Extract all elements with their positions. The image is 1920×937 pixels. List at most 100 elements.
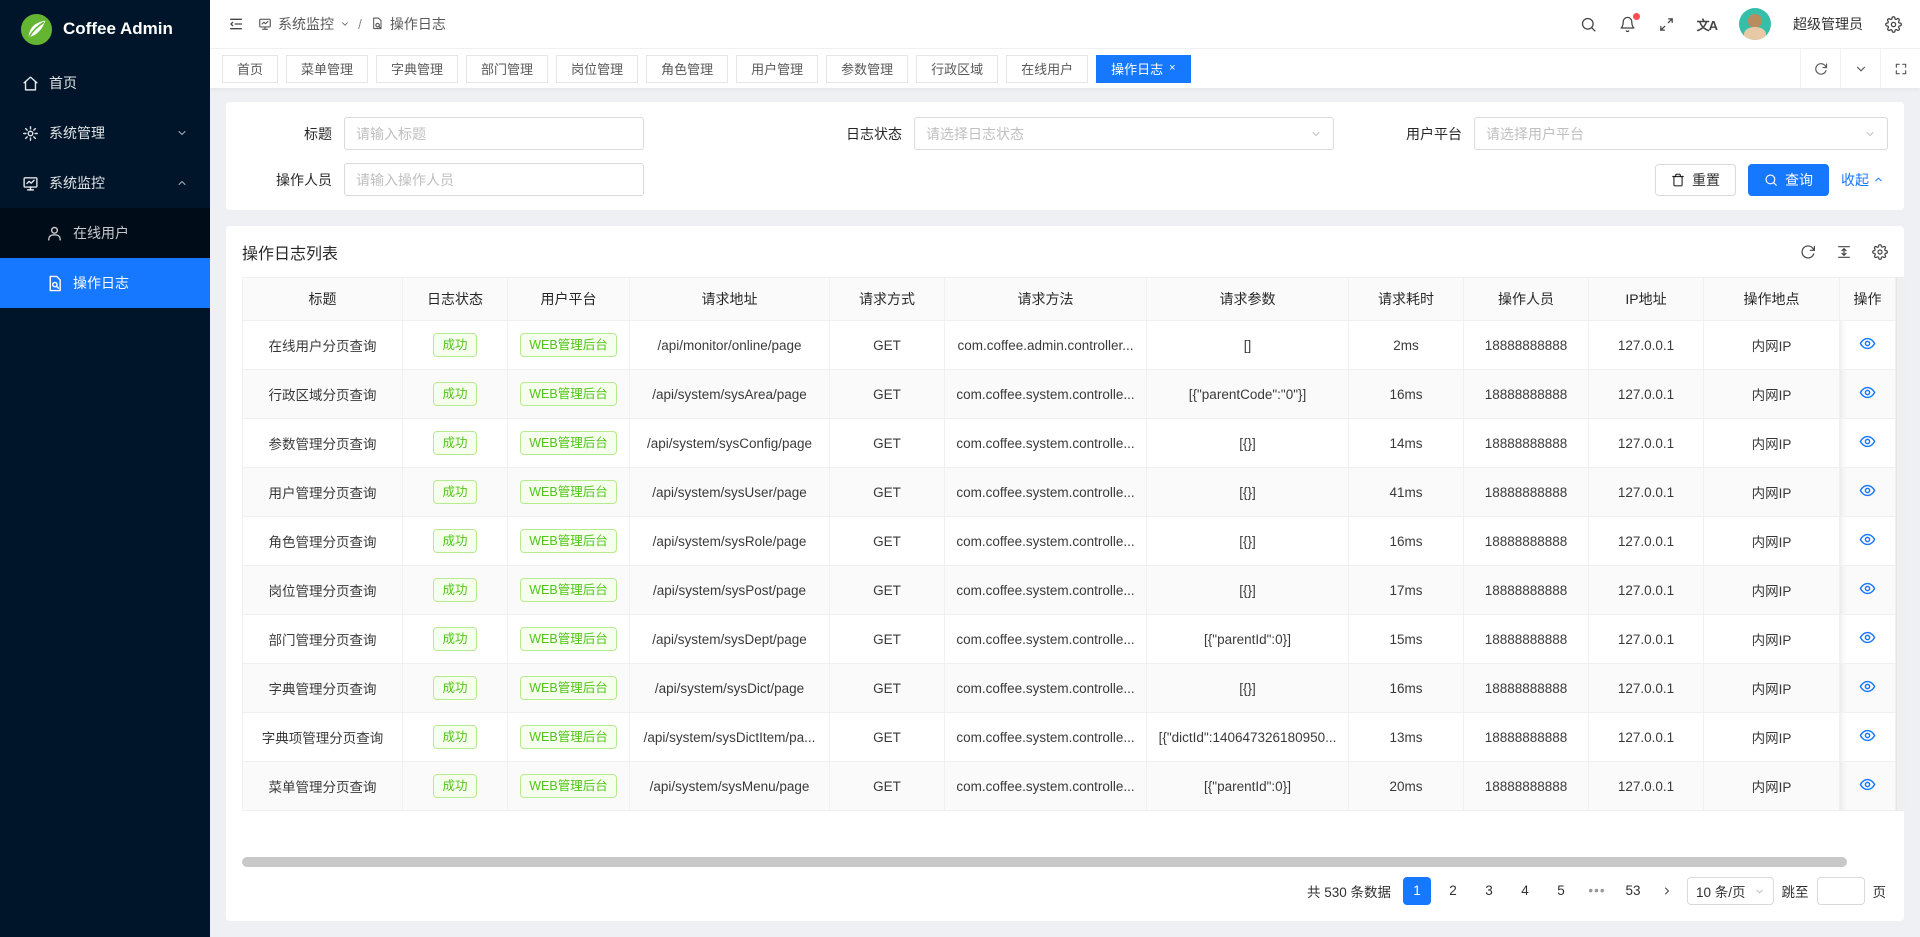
reset-button[interactable]: 重置 [1655, 164, 1736, 196]
cell-title: 菜单管理分页查询 [243, 762, 403, 811]
log-table-zone: 标题日志状态用户平台请求地址请求方式请求方法请求参数请求耗时操作人员IP地址操作… [242, 277, 1888, 811]
sidebar-item-home[interactable]: 首页 [0, 58, 210, 108]
refresh-icon[interactable] [1800, 49, 1840, 88]
view-detail-eye-icon[interactable] [1859, 678, 1876, 695]
user-avatar[interactable] [1739, 8, 1771, 40]
view-detail-eye-icon[interactable] [1859, 727, 1876, 744]
page-size-select[interactable]: 10 条/页 [1687, 877, 1774, 905]
table-row: 菜单管理分页查询成功WEB管理后台/api/system/sysMenu/pag… [243, 762, 1896, 811]
translate-icon[interactable]: 文A [1697, 15, 1717, 34]
sidebar-item-online-user[interactable]: 在线用户 [0, 208, 210, 258]
row-density-icon[interactable] [1836, 244, 1852, 260]
cell-ip: 127.0.0.1 [1589, 713, 1704, 762]
view-detail-eye-icon[interactable] [1859, 531, 1876, 548]
cell-location: 内网IP [1704, 664, 1840, 713]
search-icon[interactable] [1580, 16, 1597, 33]
collapse-toggle[interactable]: 收起 [1841, 170, 1884, 190]
tab-操作日志[interactable]: 操作日志× [1096, 55, 1190, 83]
page-number-4[interactable]: 4 [1511, 877, 1539, 905]
tab-字典管理[interactable]: 字典管理 [376, 55, 458, 83]
sidebar-item-label: 在线用户 [73, 223, 129, 243]
tab-岗位管理[interactable]: 岗位管理 [556, 55, 638, 83]
monitor-icon [22, 175, 39, 192]
jump-page-input[interactable] [1817, 877, 1865, 905]
notification-bell-icon[interactable] [1619, 16, 1636, 33]
sidebar-submenu: 在线用户操作日志 [0, 208, 210, 308]
column-header: 请求耗时 [1349, 278, 1464, 321]
table-empty-space [242, 811, 1888, 857]
table-row: 在线用户分页查询成功WEB管理后台/api/monitor/online/pag… [243, 321, 1896, 370]
horizontal-scrollbar[interactable] [242, 857, 1888, 869]
view-detail-eye-icon[interactable] [1859, 433, 1876, 450]
username-label[interactable]: 超级管理员 [1793, 14, 1863, 34]
cell-params: [] [1147, 321, 1349, 370]
page-number-5[interactable]: 5 [1547, 877, 1575, 905]
brand-area[interactable]: Coffee Admin [0, 0, 210, 58]
cell-actions [1840, 370, 1896, 419]
tab-菜单管理[interactable]: 菜单管理 [286, 55, 368, 83]
table-row: 参数管理分页查询成功WEB管理后台/api/system/sysConfig/p… [243, 419, 1896, 468]
title-input[interactable] [356, 126, 632, 142]
vertical-scrollbar[interactable] [1896, 277, 1905, 811]
tab-参数管理[interactable]: 参数管理 [826, 55, 908, 83]
column-header: 操作 [1840, 278, 1896, 321]
sidebar-item-system-management[interactable]: 系统管理 [0, 108, 210, 158]
trash-icon [1671, 173, 1685, 187]
cell-actions [1840, 419, 1896, 468]
breadcrumb-current-label: 操作日志 [390, 14, 446, 34]
view-detail-eye-icon[interactable] [1859, 482, 1876, 499]
page-number-1[interactable]: 1 [1403, 877, 1431, 905]
tab-label: 参数管理 [841, 59, 893, 78]
tab-用户管理[interactable]: 用户管理 [736, 55, 818, 83]
cell-url: /api/system/sysDept/page [630, 615, 830, 664]
search-button[interactable]: 查询 [1748, 164, 1829, 196]
status-tag: 成功 [433, 627, 476, 652]
cell-method: GET [830, 615, 945, 664]
status-tag: 成功 [433, 578, 476, 603]
user-platform-select[interactable]: 请选择用户平台 [1474, 117, 1888, 150]
chevron-down-icon [340, 19, 350, 29]
tab-close-icon[interactable]: × [1169, 63, 1175, 74]
sidebar-item-operation-log[interactable]: 操作日志 [0, 258, 210, 308]
page-size-label: 10 条/页 [1696, 881, 1746, 901]
next-page-icon[interactable] [1655, 877, 1679, 905]
status-tag: 成功 [433, 529, 476, 554]
cell-params: [{}] [1147, 566, 1349, 615]
reset-button-label: 重置 [1692, 170, 1720, 190]
tab-行政区域[interactable]: 行政区域 [916, 55, 998, 83]
fullscreen-icon[interactable] [1658, 16, 1675, 33]
sidebar-item-system-monitor[interactable]: 系统监控 [0, 158, 210, 208]
refresh-icon[interactable] [1800, 244, 1816, 260]
log-table-card: 操作日志列表 标题日志状态用户平台请求地址请求方式请求方法请求参数请求耗时操作人… [226, 226, 1904, 921]
view-detail-eye-icon[interactable] [1859, 776, 1876, 793]
page-number-3[interactable]: 3 [1475, 877, 1503, 905]
log-status-select[interactable]: 请选择日志状态 [914, 117, 1334, 150]
cell-time: 13ms [1349, 713, 1464, 762]
operator-input[interactable] [356, 172, 632, 188]
view-detail-eye-icon[interactable] [1859, 629, 1876, 646]
tab-label: 部门管理 [481, 59, 533, 78]
chevron-down-icon [176, 127, 188, 139]
tab-在线用户[interactable]: 在线用户 [1006, 55, 1088, 83]
cell-func: com.coffee.system.controlle... [945, 517, 1147, 566]
horizontal-scrollbar-thumb[interactable] [242, 857, 1847, 867]
chevron-up-icon [176, 177, 188, 189]
page-number-53[interactable]: 53 [1619, 877, 1647, 905]
cell-url: /api/system/sysDictItem/pa... [630, 713, 830, 762]
page-number-2[interactable]: 2 [1439, 877, 1467, 905]
tab-首页[interactable]: 首页 [222, 55, 278, 83]
column-settings-gear-icon[interactable] [1872, 244, 1888, 260]
menu-fold-icon[interactable] [228, 16, 244, 32]
tab-角色管理[interactable]: 角色管理 [646, 55, 728, 83]
breadcrumb-parent[interactable]: 系统监控 [258, 14, 350, 34]
view-detail-eye-icon[interactable] [1859, 335, 1876, 352]
view-detail-eye-icon[interactable] [1859, 580, 1876, 597]
tab-部门管理[interactable]: 部门管理 [466, 55, 548, 83]
status-tag: 成功 [433, 725, 476, 750]
chevron-down-icon[interactable] [1840, 49, 1880, 88]
maximize-icon[interactable] [1880, 49, 1920, 88]
settings-gear-icon[interactable] [1885, 16, 1902, 33]
sidebar: Coffee Admin 首页系统管理系统监控在线用户操作日志 [0, 0, 210, 937]
cell-location: 内网IP [1704, 419, 1840, 468]
view-detail-eye-icon[interactable] [1859, 384, 1876, 401]
